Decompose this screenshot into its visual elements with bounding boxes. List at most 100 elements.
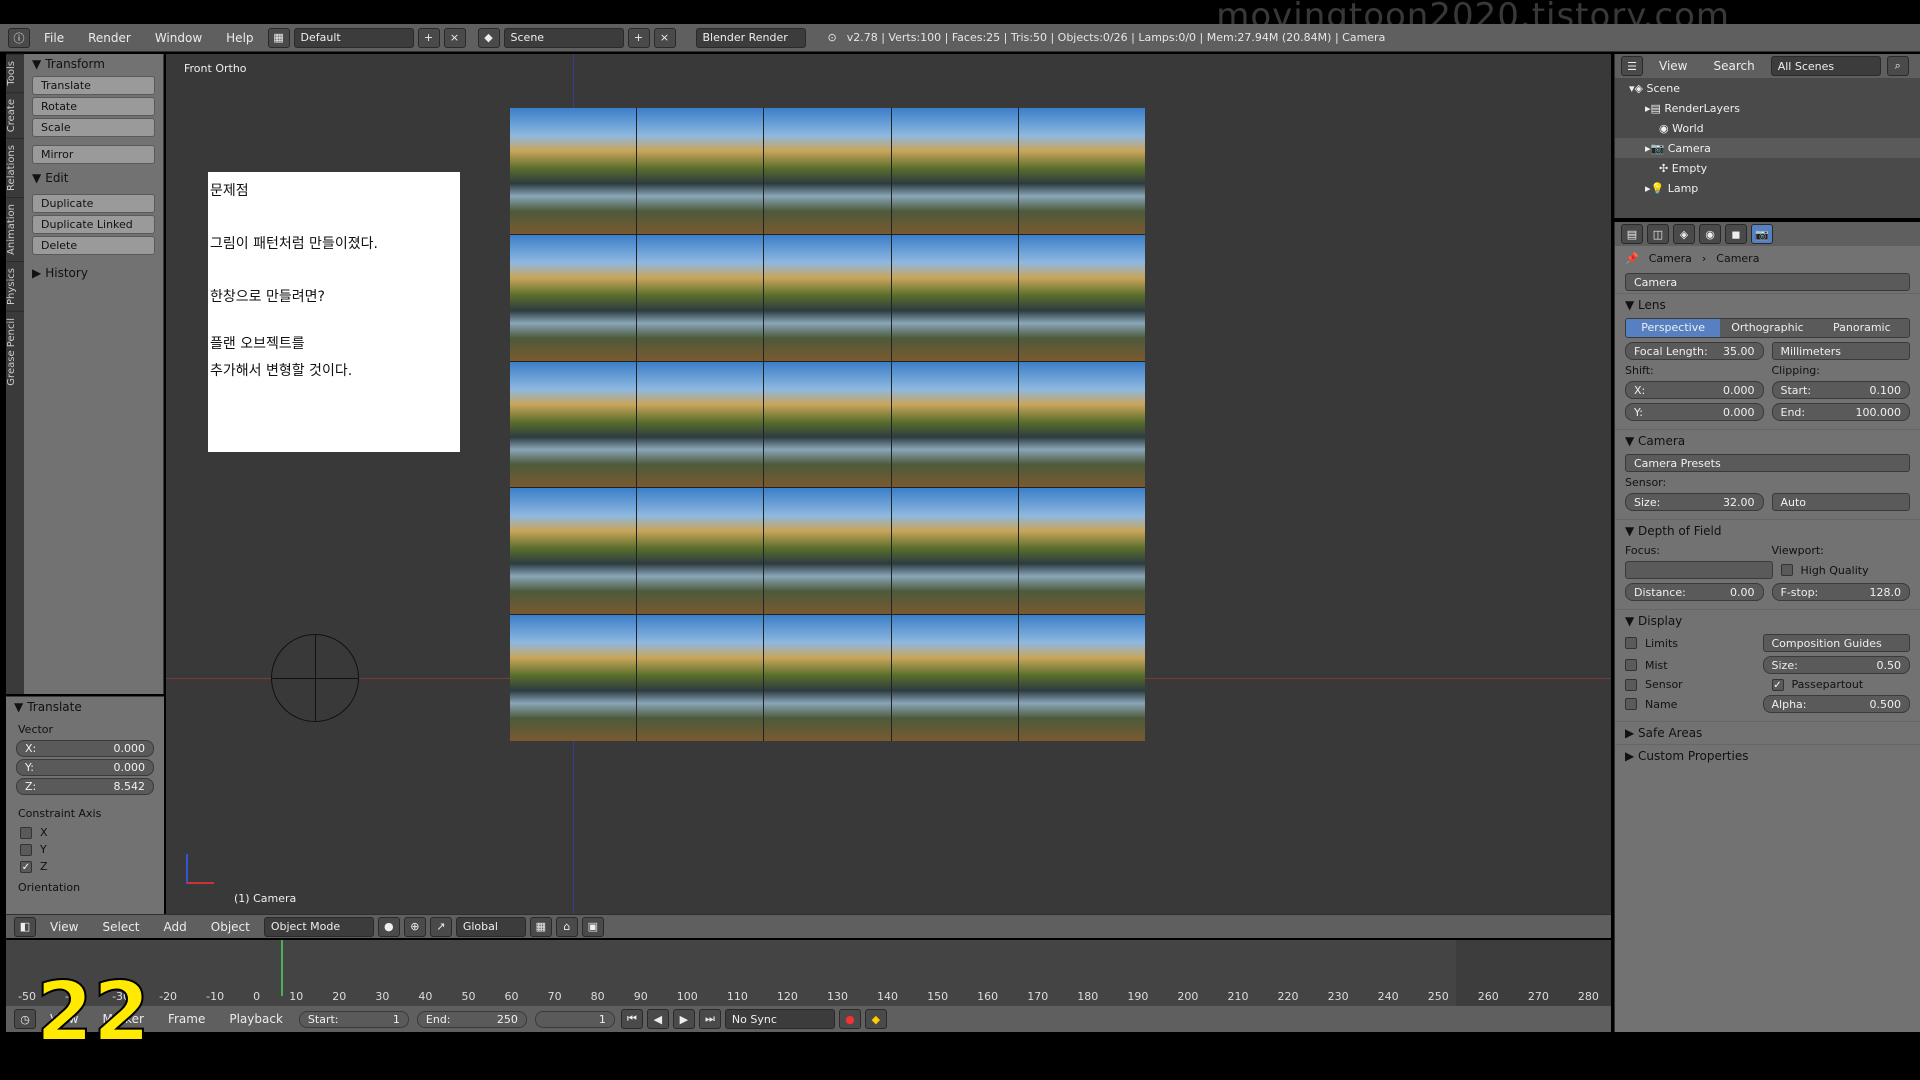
- composition-guides-select[interactable]: Composition Guides: [1762, 634, 1910, 652]
- menu-render[interactable]: Render: [78, 31, 141, 45]
- panel-display[interactable]: ▼ Display: [1615, 609, 1920, 632]
- remove-layout-icon[interactable]: ×: [443, 27, 466, 48]
- sync-select[interactable]: No Sync: [724, 1009, 835, 1029]
- distance-field[interactable]: Distance: 0.00: [1625, 583, 1764, 601]
- duplicate-linked-button[interactable]: Duplicate Linked: [32, 215, 155, 234]
- tab-physics[interactable]: Physics: [6, 260, 24, 311]
- display-mode-select[interactable]: All Scenes: [1770, 56, 1881, 76]
- tab-tools[interactable]: Tools: [6, 54, 24, 92]
- sensor-toggle[interactable]: Sensor: [1625, 678, 1764, 691]
- outliner-lamp[interactable]: ▸💡 Lamp: [1615, 178, 1920, 198]
- add-scene-icon[interactable]: +: [627, 27, 650, 48]
- scale-button[interactable]: Scale: [32, 118, 155, 137]
- rotate-button[interactable]: Rotate: [32, 97, 155, 116]
- checkbox-checked[interactable]: ✓: [1771, 678, 1784, 691]
- panel-transform[interactable]: ▼ Transform: [24, 54, 163, 74]
- jump-end-icon[interactable]: ⏭: [698, 1009, 721, 1029]
- 3d-viewport[interactable]: Front Ortho 문제점 그림이 패턴처럼 만들이졌다. 한창으로 만들려…: [166, 54, 1611, 914]
- add-layout-icon[interactable]: +: [417, 27, 440, 48]
- datablock-field[interactable]: Camera: [1625, 273, 1910, 291]
- redo-title[interactable]: ▼ Translate: [6, 697, 164, 717]
- sensor-size-field[interactable]: Size: 32.00: [1625, 493, 1764, 511]
- checkbox[interactable]: [1625, 659, 1637, 671]
- checkbox[interactable]: [1780, 564, 1793, 576]
- layers-icon[interactable]: ▦: [529, 916, 552, 937]
- menu-object[interactable]: Object: [201, 920, 260, 934]
- search-icon[interactable]: ⌕: [1886, 56, 1909, 76]
- manipulator-icon[interactable]: ↗: [429, 916, 452, 937]
- menu-frame[interactable]: Frame: [158, 1012, 215, 1026]
- timeline[interactable]: -50 -40 -30 -20 -10 0 10 20 30 40 50 60 70 80 90 100 110…: [6, 940, 1611, 1006]
- sensor-fit-select[interactable]: Auto: [1771, 493, 1910, 511]
- shading-icon[interactable]: ●: [377, 916, 400, 937]
- lens-unit-select[interactable]: Millimeters: [1771, 342, 1910, 360]
- tab-create[interactable]: Create: [6, 91, 24, 138]
- jump-start-icon[interactable]: ⏮: [620, 1009, 643, 1029]
- play-icon[interactable]: ▶: [672, 1009, 695, 1029]
- checkbox[interactable]: [1625, 637, 1637, 649]
- panel-edit[interactable]: ▼ Edit: [24, 168, 163, 188]
- panel-history[interactable]: ▶ History: [24, 263, 163, 283]
- menu-view[interactable]: View: [40, 920, 88, 934]
- checkbox-y[interactable]: [20, 843, 32, 856]
- editor-type-icon[interactable]: ☰: [1621, 56, 1643, 76]
- menu-playback[interactable]: Playback: [219, 1012, 293, 1026]
- orientation-select[interactable]: Global: [455, 916, 526, 937]
- snap-icon[interactable]: ⌂: [555, 916, 578, 937]
- panel-safe-areas[interactable]: ▶ Safe Areas: [1615, 721, 1920, 744]
- panel-custom-properties[interactable]: ▶ Custom Properties: [1615, 744, 1920, 767]
- panel-dof[interactable]: ▼ Depth of Field: [1615, 519, 1920, 542]
- perspective-button[interactable]: Perspective: [1626, 319, 1721, 337]
- menu-help[interactable]: Help: [216, 31, 263, 45]
- constraint-x[interactable]: X: [20, 826, 150, 839]
- orthographic-button[interactable]: Orthographic: [1720, 319, 1815, 337]
- tab-relations[interactable]: Relations: [6, 137, 24, 197]
- start-frame-field[interactable]: Start: 1: [298, 1010, 409, 1028]
- pin-icon[interactable]: 📌: [1625, 252, 1639, 265]
- high-quality-toggle[interactable]: High Quality: [1780, 564, 1911, 577]
- checkbox[interactable]: [1625, 678, 1637, 691]
- current-frame-field[interactable]: 1: [534, 1010, 615, 1028]
- focus-object-field[interactable]: [1625, 561, 1773, 579]
- delete-button[interactable]: Delete: [32, 236, 155, 255]
- image-plane[interactable]: [510, 108, 1145, 741]
- outliner-camera[interactable]: ▸📷 Camera: [1615, 138, 1920, 158]
- object-tab-icon[interactable]: ◼: [1725, 224, 1747, 244]
- checkbox-z-checked[interactable]: ✓: [20, 860, 32, 873]
- outliner-renderlayers[interactable]: ▸▤ RenderLayers: [1615, 98, 1920, 118]
- vector-x-field[interactable]: X: 0.000: [16, 740, 154, 757]
- layout-icon[interactable]: ▦: [267, 27, 290, 48]
- layout-field[interactable]: Default: [293, 27, 414, 48]
- vector-y-field[interactable]: Y: 0.000: [16, 759, 154, 776]
- constraint-y[interactable]: Y: [20, 843, 150, 856]
- clip-start-field[interactable]: Start: 0.100: [1771, 381, 1910, 399]
- editor-type-icon[interactable]: ⓘ: [8, 27, 30, 48]
- checkbox-x[interactable]: [20, 826, 32, 839]
- outliner-world[interactable]: ◉ World: [1615, 118, 1920, 138]
- mirror-button[interactable]: Mirror: [32, 145, 155, 164]
- checkbox[interactable]: [1625, 698, 1637, 710]
- limits-toggle[interactable]: Limits: [1625, 637, 1755, 650]
- editor-type-icon[interactable]: ▤: [1621, 224, 1643, 244]
- outliner-empty[interactable]: ✣ Empty: [1615, 158, 1920, 178]
- constraint-z[interactable]: ✓ Z: [20, 860, 150, 873]
- remove-scene-icon[interactable]: ×: [653, 27, 676, 48]
- shift-y-field[interactable]: Y: 0.000: [1625, 403, 1764, 421]
- world-tab-icon[interactable]: ◉: [1699, 224, 1721, 244]
- translate-button[interactable]: Translate: [32, 76, 155, 95]
- vector-z-field[interactable]: Z: 8.542: [16, 778, 154, 795]
- display-size-field[interactable]: Size: 0.50: [1762, 656, 1910, 674]
- name-toggle[interactable]: Name: [1625, 698, 1755, 711]
- scene-icon[interactable]: ◆: [477, 27, 500, 48]
- mist-toggle[interactable]: Mist: [1625, 659, 1755, 672]
- play-reverse-icon[interactable]: ◀: [646, 1009, 669, 1029]
- render-icon[interactable]: ▣: [581, 916, 604, 937]
- keyframe-icon[interactable]: ◆: [864, 1009, 887, 1029]
- camera-data-tab-icon[interactable]: 📷: [1751, 224, 1773, 244]
- camera-presets-select[interactable]: Camera Presets: [1625, 454, 1910, 472]
- panoramic-button[interactable]: Panoramic: [1814, 319, 1909, 337]
- scene-field[interactable]: Scene: [503, 27, 624, 48]
- tab-animation[interactable]: Animation: [6, 196, 24, 261]
- editor-type-icon[interactable]: ◧: [14, 916, 36, 937]
- mode-select[interactable]: Object Mode: [263, 916, 374, 937]
